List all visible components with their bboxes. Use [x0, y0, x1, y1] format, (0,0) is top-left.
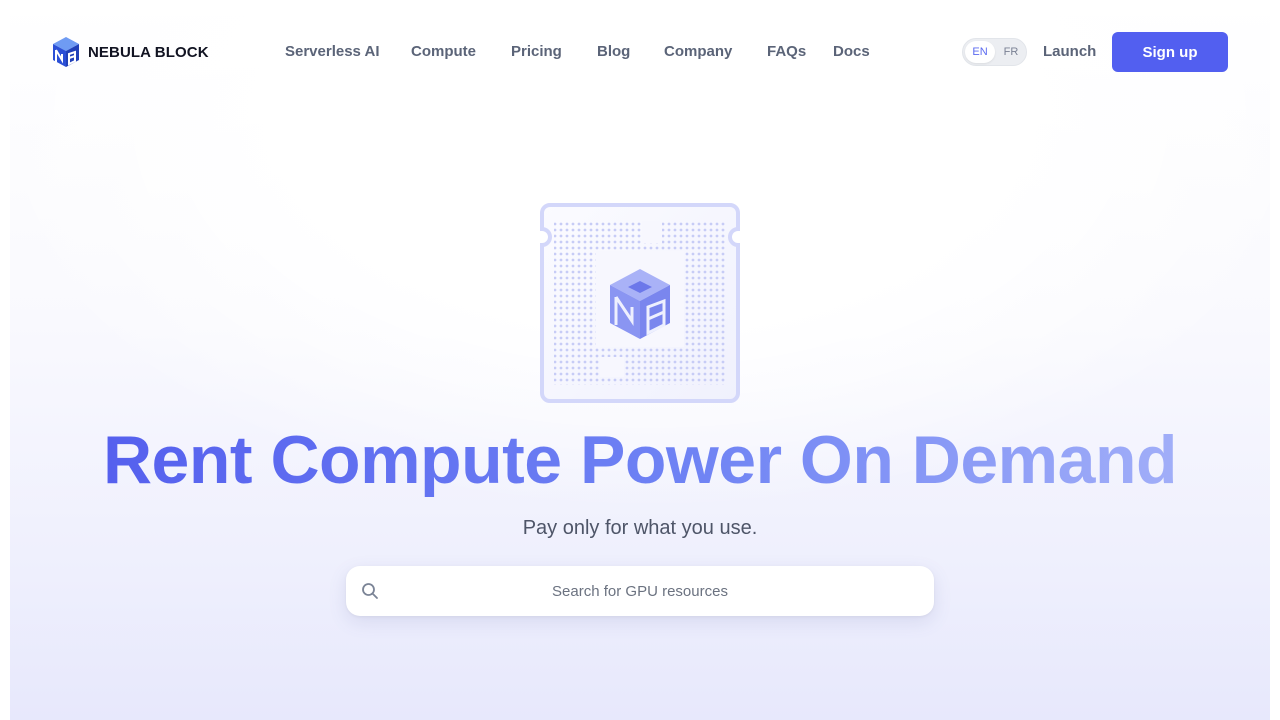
hero-title-text: Rent Compute Power On Demand	[102, 422, 1178, 498]
nav-serverless-ai[interactable]: Serverless AI	[285, 42, 380, 62]
sign-up-button[interactable]: Sign up	[1112, 32, 1228, 72]
nav-blog[interactable]: Blog	[597, 42, 630, 62]
nav-pricing[interactable]: Pricing	[511, 42, 562, 62]
language-option-en[interactable]: EN	[965, 41, 995, 63]
brand-logo[interactable]: NEBULA BLOCK	[52, 36, 209, 68]
nav-company[interactable]: Company	[664, 42, 732, 62]
hero-subtitle: Pay only for what you use.	[522, 517, 758, 539]
nav-faqs[interactable]: FAQs	[767, 42, 806, 62]
nebula-block-cube-icon	[53, 37, 79, 67]
brand-name: NEBULA BLOCK	[88, 43, 209, 61]
gpu-search-box[interactable]	[346, 566, 934, 616]
nav-compute[interactable]: Compute	[411, 42, 476, 62]
language-toggle[interactable]: EN FR	[962, 38, 1027, 66]
nav-docs[interactable]: Docs	[833, 42, 870, 62]
site-header: NEBULA BLOCK Serverless AI Compute Prici…	[0, 0, 1280, 104]
hero-title: Rent Compute Power On Demand	[0, 420, 1280, 500]
gpu-chip-icon	[540, 203, 740, 403]
gpu-search-input[interactable]	[390, 566, 890, 616]
search-icon	[362, 583, 378, 599]
launch-link[interactable]: Launch	[1043, 42, 1096, 62]
language-option-fr[interactable]: FR	[996, 41, 1026, 63]
gpu-chip-illustration	[540, 203, 740, 403]
